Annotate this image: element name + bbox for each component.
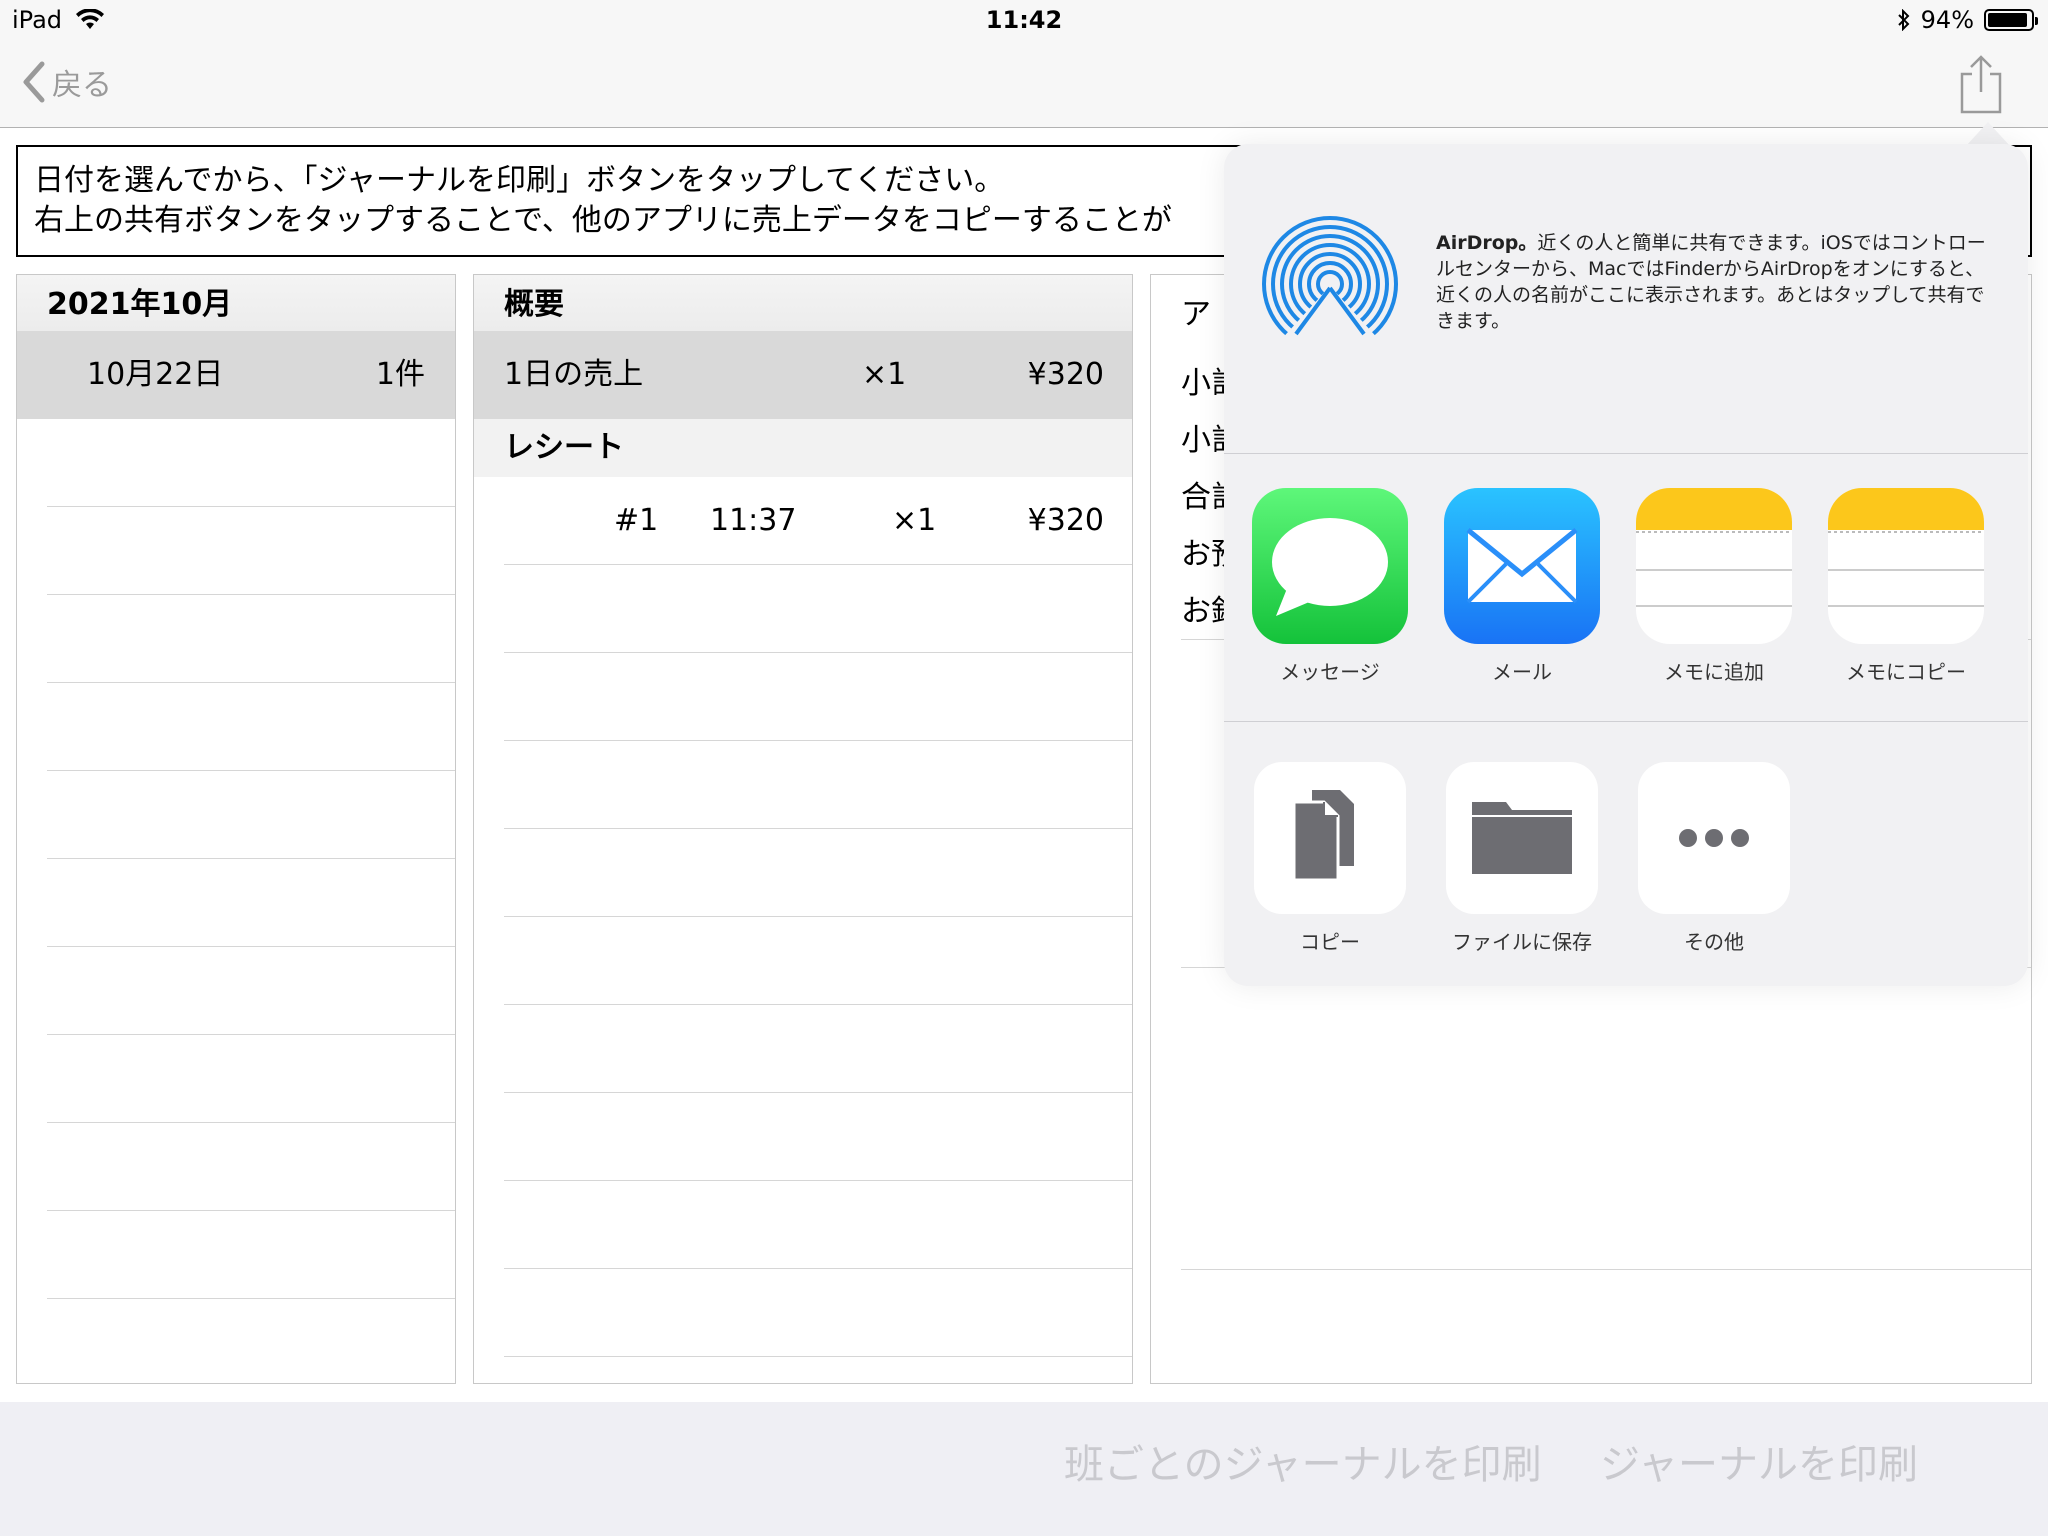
tile-label: メッセージ — [1280, 660, 1380, 684]
share-apps-row: メッセージ メール メモに追加 メモにコピー — [1224, 454, 2028, 722]
share-sheet-arrow — [1966, 122, 2010, 146]
list-item[interactable] — [504, 565, 1132, 653]
list-item[interactable] — [504, 1093, 1132, 1181]
copy-icon — [1254, 762, 1406, 914]
list-item[interactable] — [47, 859, 455, 947]
tile-label: ファイルに保存 — [1452, 930, 1592, 954]
summary-panel: 概要 1日の売上 ×1 ¥320 レシート #1 11:37 ×1 ¥320 — [473, 274, 1133, 1384]
airdrop-icon — [1262, 216, 1398, 354]
tile-label: その他 — [1684, 930, 1744, 954]
receipt-header: レシート — [474, 419, 1132, 477]
share-notes-copy-button[interactable]: メモにコピー — [1828, 488, 1984, 685]
list-item[interactable] — [47, 419, 455, 507]
list-item[interactable] — [47, 771, 455, 859]
status-time: 11:42 — [985, 6, 1063, 34]
share-mail-button[interactable]: メール — [1444, 488, 1600, 685]
list-item[interactable] — [504, 741, 1132, 829]
list-item[interactable] — [504, 653, 1132, 741]
daily-sales-label: 1日の売上 — [504, 357, 644, 392]
daily-sales-row[interactable]: 1日の売上 ×1 ¥320 — [474, 331, 1132, 419]
receipt-number: #1 — [614, 503, 659, 538]
bluetooth-icon — [1897, 9, 1910, 31]
list-item[interactable] — [504, 1005, 1132, 1093]
bottom-toolbar: 班ごとのジャーナルを印刷 ジャーナルを印刷 — [0, 1402, 2048, 1536]
battery-percent: 94% — [1920, 6, 1974, 34]
more-action[interactable]: その他 — [1636, 762, 1792, 955]
receipt-qty: ×1 — [892, 503, 937, 538]
notes-icon — [1636, 488, 1792, 644]
airdrop-description: AirDrop。近くの人と簡単に共有できます。iOSではコントロールセンターから… — [1436, 230, 1996, 334]
list-item[interactable] — [47, 1211, 455, 1299]
tile-label: メモに追加 — [1664, 660, 1764, 684]
receipt-time: 11:37 — [710, 503, 797, 538]
list-item[interactable] — [504, 1269, 1132, 1357]
divider — [1181, 1269, 2031, 1270]
receipt-row[interactable]: #1 11:37 ×1 ¥320 — [504, 477, 1132, 565]
list-item[interactable] — [47, 683, 455, 771]
date-row-selected[interactable]: 10月22日 1件 — [17, 331, 455, 419]
more-icon — [1638, 762, 1790, 914]
tile-label: メール — [1492, 660, 1552, 684]
battery-icon — [1984, 9, 2038, 31]
back-button[interactable]: 戻る — [22, 60, 112, 104]
mail-icon — [1444, 488, 1600, 644]
chevron-left-icon — [23, 61, 45, 103]
print-journal-button[interactable]: ジャーナルを印刷 — [1600, 1432, 1918, 1490]
list-item[interactable] — [504, 829, 1132, 917]
list-item[interactable] — [47, 1035, 455, 1123]
navigation-bar: 戻る — [0, 40, 2048, 128]
tile-label: メモにコピー — [1846, 660, 1966, 684]
airdrop-title: AirDrop。 — [1436, 232, 1538, 254]
share-notes-add-button[interactable]: メモに追加 — [1636, 488, 1792, 685]
print-by-group-button[interactable]: 班ごとのジャーナルを印刷 — [1064, 1432, 1542, 1490]
copy-action[interactable]: コピー — [1252, 762, 1408, 955]
list-item[interactable] — [47, 1123, 455, 1211]
tile-label: コピー — [1300, 930, 1360, 954]
calendar-panel: 2021年10月 10月22日 1件 — [16, 274, 456, 1384]
list-item[interactable] — [504, 1181, 1132, 1269]
list-item[interactable] — [47, 595, 455, 683]
share-messages-button[interactable]: メッセージ — [1252, 488, 1408, 685]
share-icon[interactable] — [1956, 54, 2006, 116]
list-item[interactable] — [504, 917, 1132, 1005]
airdrop-section[interactable]: AirDrop。近くの人と簡単に共有できます。iOSではコントロールセンターから… — [1224, 144, 2028, 454]
status-bar: iPad 11:42 94% — [0, 0, 2048, 40]
date-label: 10月22日 — [87, 357, 224, 392]
month-header: 2021年10月 — [17, 275, 455, 331]
notes-icon — [1828, 488, 1984, 644]
back-label: 戻る — [52, 68, 112, 103]
folder-icon — [1446, 762, 1598, 914]
battery-level — [1988, 13, 2028, 27]
save-to-files-action[interactable]: ファイルに保存 — [1444, 762, 1600, 955]
list-item[interactable] — [47, 947, 455, 1035]
messages-icon — [1252, 488, 1408, 644]
date-count: 1件 — [375, 357, 425, 392]
daily-sales-qty: ×1 — [862, 357, 907, 392]
receipt-amount: ¥320 — [1027, 503, 1104, 538]
list-item[interactable] — [47, 507, 455, 595]
summary-header: 概要 — [474, 275, 1132, 331]
daily-sales-amount: ¥320 — [1027, 357, 1104, 392]
